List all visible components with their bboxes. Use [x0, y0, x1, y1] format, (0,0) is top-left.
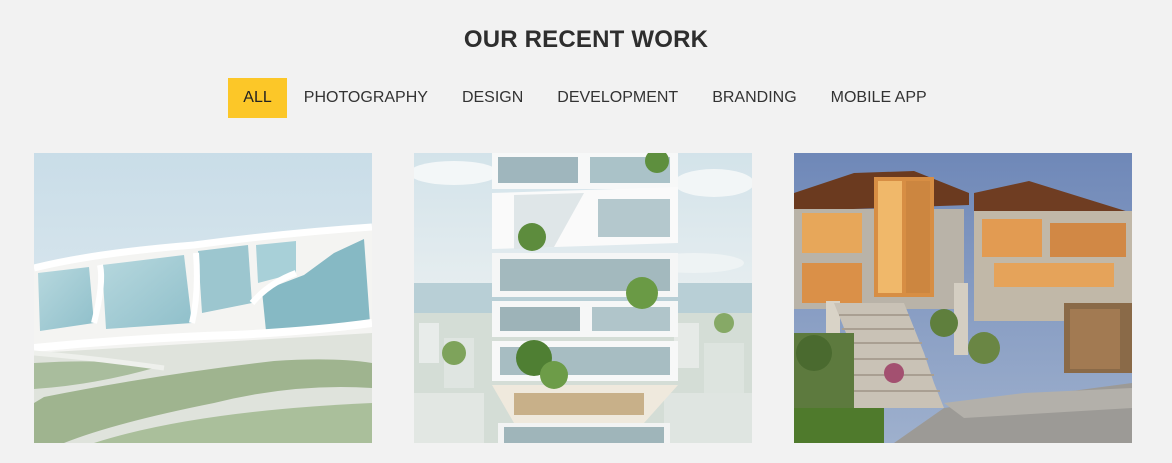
filter-mobile-app[interactable]: MOBILE APP [814, 78, 944, 118]
portfolio-item-modern-house[interactable] [794, 153, 1132, 443]
modern-house-image [794, 153, 1132, 443]
portfolio-item-architecture-white[interactable] [34, 153, 372, 443]
filter-design[interactable]: DESIGN [445, 78, 540, 118]
tower-image [414, 153, 752, 443]
filter-branding[interactable]: BRANDING [695, 78, 813, 118]
filter-photography[interactable]: PHOTOGRAPHY [287, 78, 445, 118]
filter-development[interactable]: DEVELOPMENT [540, 78, 695, 118]
filter-all[interactable]: ALL [228, 78, 287, 118]
portfolio-item-architecture-tower[interactable] [414, 153, 752, 443]
section-title: OUR RECENT WORK [463, 26, 709, 53]
white-building-image [34, 153, 372, 443]
portfolio-filter-bar: ALL PHOTOGRAPHY DESIGN DEVELOPMENT BRAND… [0, 78, 1172, 118]
